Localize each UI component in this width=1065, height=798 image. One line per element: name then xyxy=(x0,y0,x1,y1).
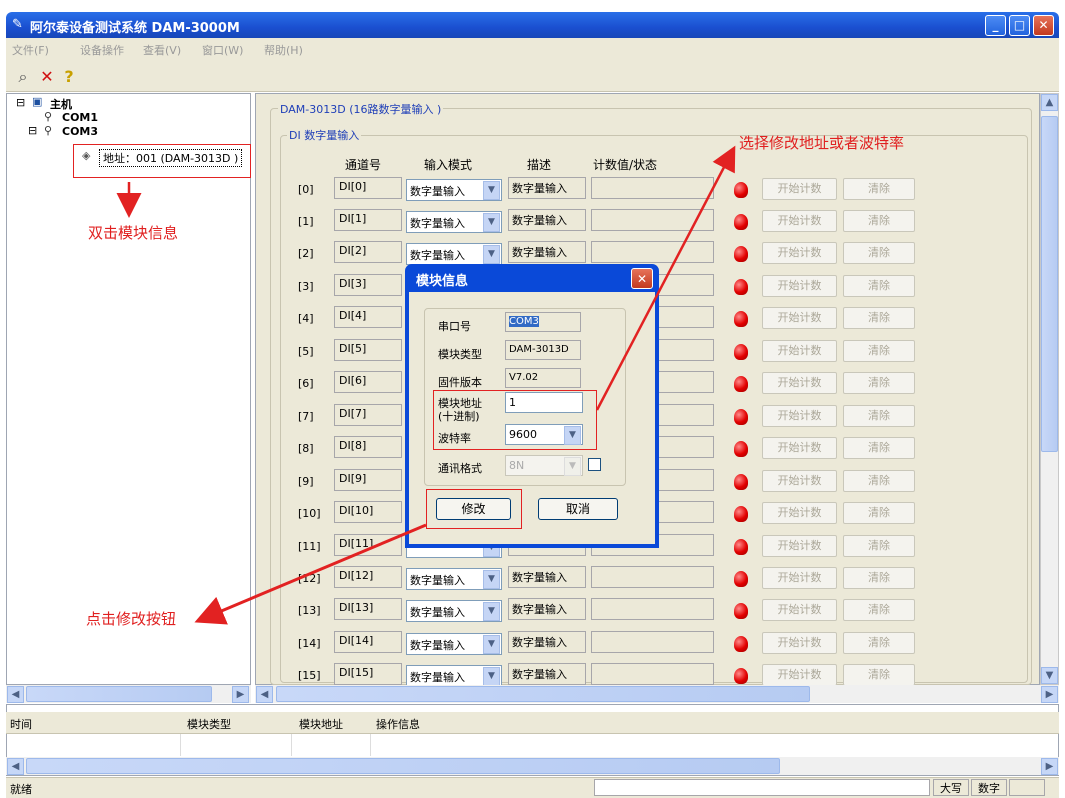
annotation-arrows xyxy=(116,145,736,625)
arrow-to-select-note xyxy=(595,145,736,411)
arrow-to-modify-note xyxy=(194,523,427,625)
